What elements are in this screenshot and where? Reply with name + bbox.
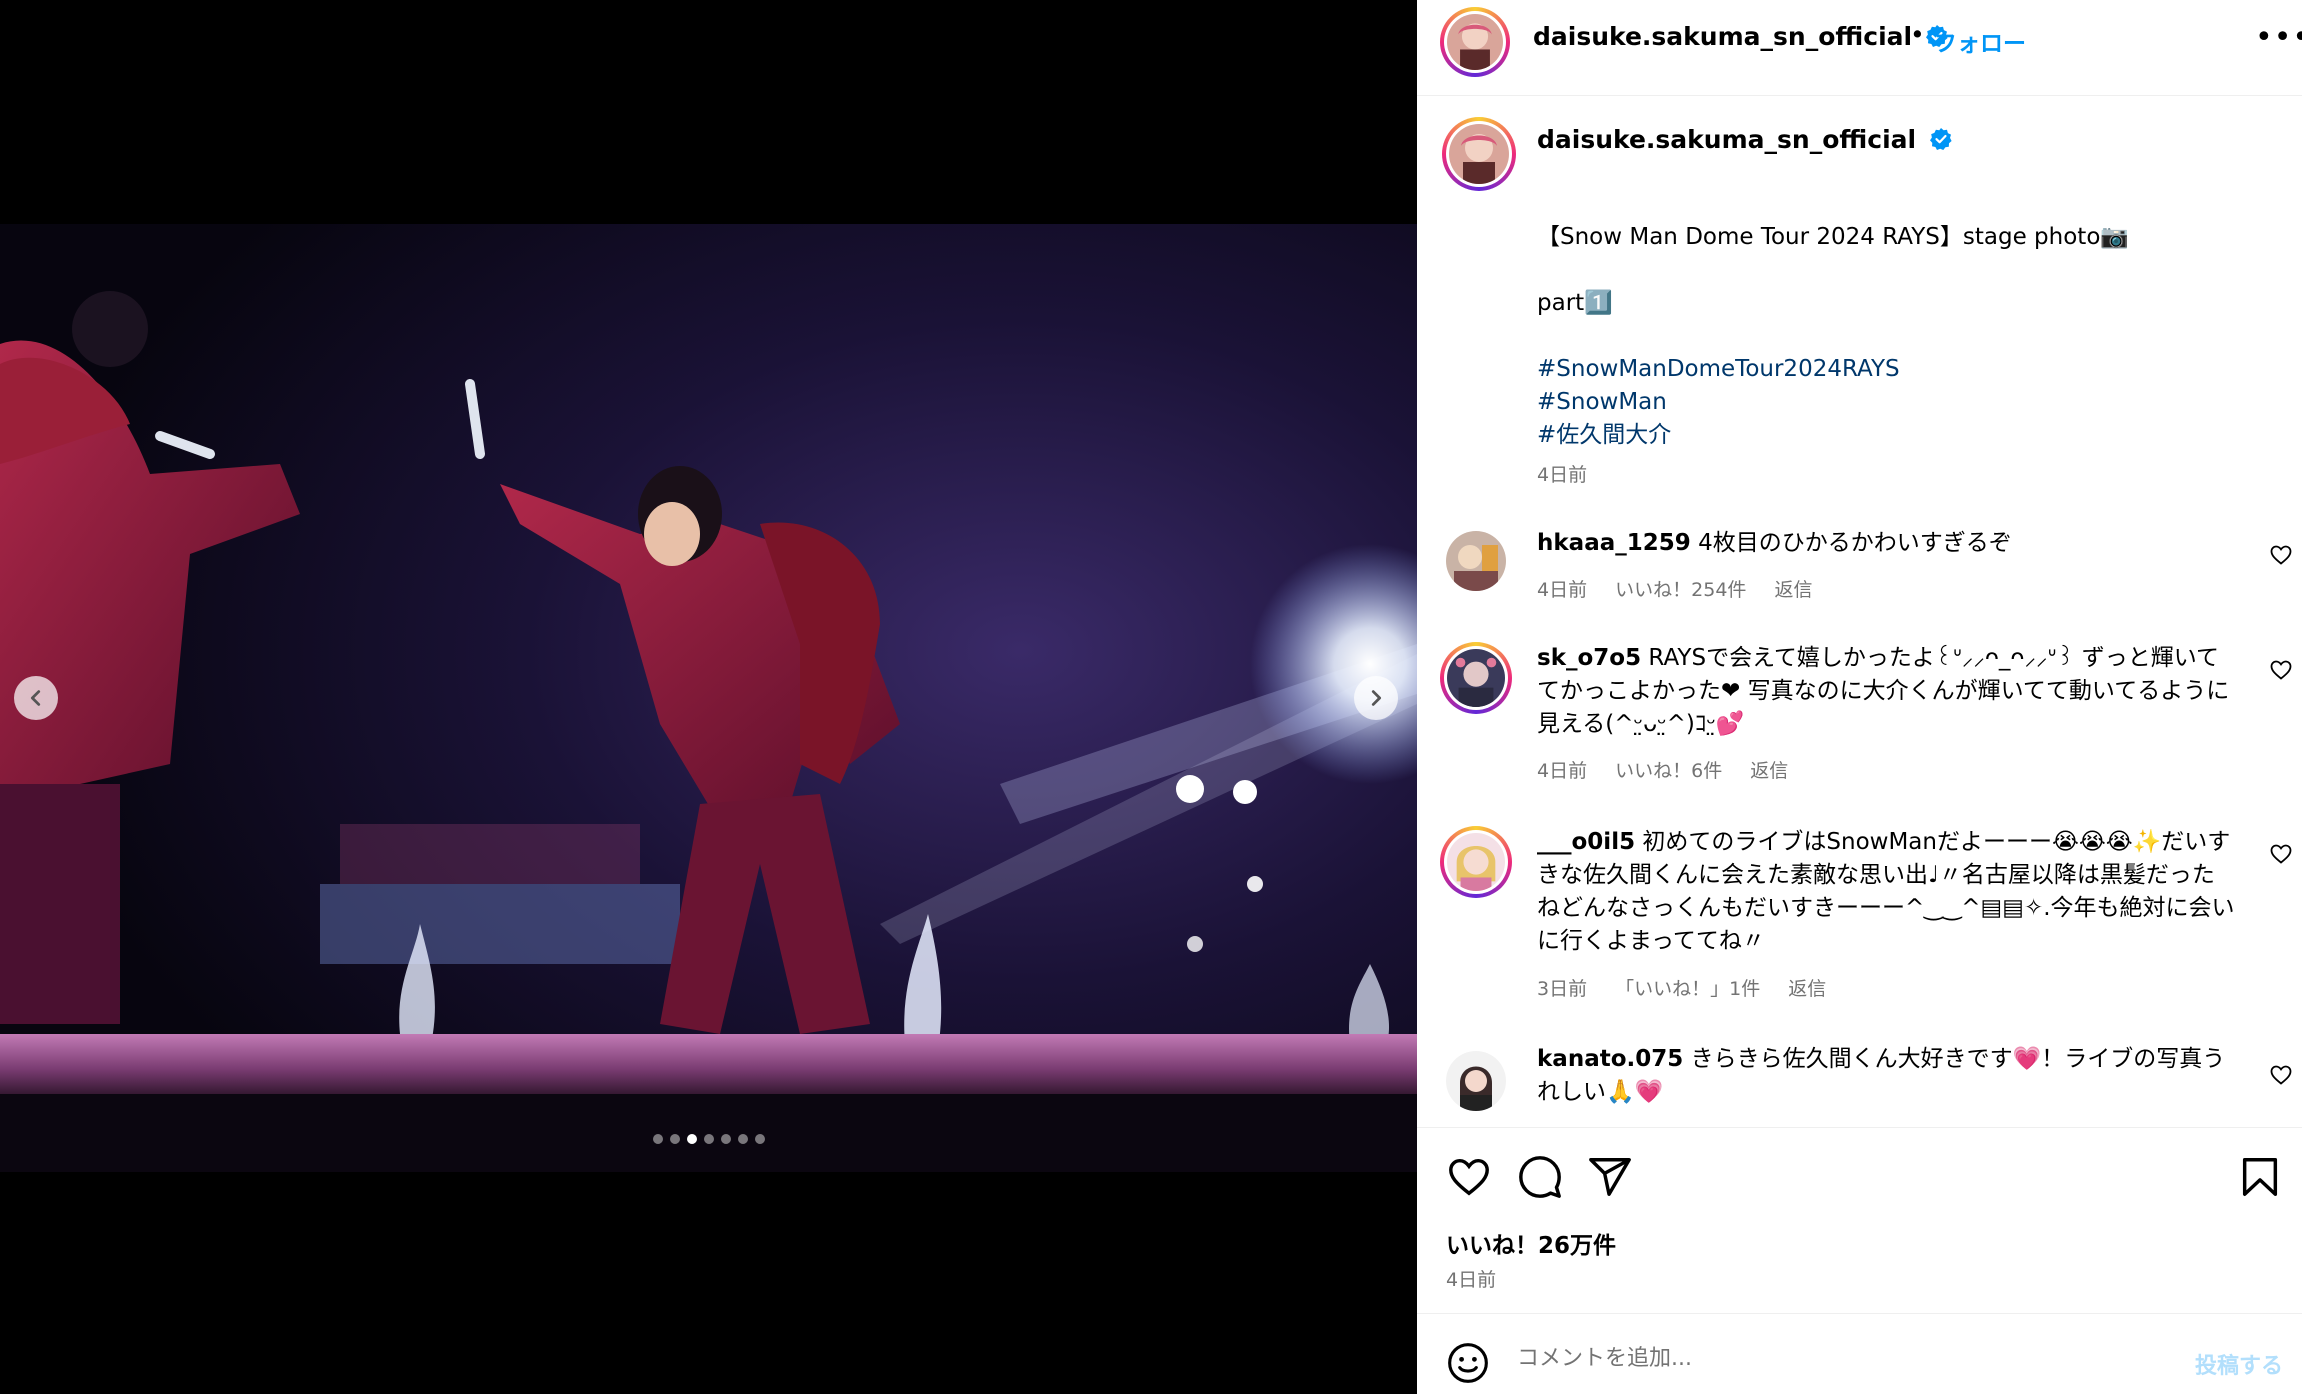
- commenter-avatar[interactable]: [1440, 826, 1512, 898]
- post-caption: daisuke.sakuma_sn_official 【Snow Man Dom…: [1417, 97, 2302, 497]
- caption-line-1: 【Snow Man Dome Tour 2024 RAYS】stage phot…: [1537, 224, 2130, 250]
- post-photo[interactable]: [0, 224, 1417, 1172]
- emoji-icon[interactable]: [1446, 1341, 1490, 1385]
- carousel-dot: [652, 1134, 663, 1144]
- comment-username[interactable]: sk_o7o5: [1537, 645, 1641, 671]
- like-count[interactable]: いいね！26万件: [1446, 1226, 1616, 1260]
- comment-body: ___o0il5 初めてのライブはSnowManだよーーー😭😭😭✨だいすきな佐久…: [1537, 826, 2237, 958]
- comment-time[interactable]: 4日前: [1537, 760, 1587, 782]
- comment-time[interactable]: 4日前: [1537, 579, 1587, 601]
- carousel-indicator: [0, 1134, 1417, 1144]
- comment-item: ___o0il5 初めてのライブはSnowManだよーーー😭😭😭✨だいすきな佐久…: [1417, 826, 2302, 1026]
- comment-text: 初めてのライブはSnowManだよーーー😭😭😭✨だいすきな佐久間くんに会えた素敵…: [1537, 829, 2235, 954]
- comment-body: hkaaa_1259 4枚目のひかるかわいすぎるぞ: [1537, 527, 2237, 560]
- comment-time[interactable]: 3日前: [1537, 978, 1587, 1000]
- comment-meta: 4日前 いいね！6件 返信: [1537, 756, 1810, 783]
- heart-icon[interactable]: [2269, 543, 2293, 567]
- comment-item: sk_o7o5 RAYSで会えて嬉しかったよ꒰ᐡ⸝⸝ᴖ_ᴖ⸝⸝ᐡ꒱ ずっと輝いて…: [1417, 642, 2302, 822]
- comment-username[interactable]: kanato.075: [1537, 1046, 1683, 1072]
- comment-icon[interactable]: [1517, 1154, 1563, 1200]
- caption-line-2: part1️⃣: [1537, 290, 1613, 316]
- commenter-avatar[interactable]: [1446, 531, 1506, 591]
- heart-icon[interactable]: [2269, 658, 2293, 682]
- hashtag-link[interactable]: #SnowManDomeTour2024RAYS: [1537, 353, 2257, 386]
- caption-username-text[interactable]: daisuke.sakuma_sn_official: [1537, 125, 1916, 154]
- reply-button[interactable]: 返信: [1774, 579, 1812, 601]
- caption-timestamp[interactable]: 4日前: [1537, 460, 1587, 487]
- carousel-next-button[interactable]: [1354, 676, 1398, 720]
- comment-text: 4枚目のひかるかわいすぎるぞ: [1698, 530, 2012, 556]
- header-separator: •: [1910, 20, 1925, 49]
- caption-username[interactable]: daisuke.sakuma_sn_official: [1537, 125, 1953, 154]
- hashtag-link[interactable]: #佐久間大介: [1537, 419, 2257, 452]
- commenter-avatar-image: [1447, 833, 1505, 891]
- comment-meta: 3日前 「いいね！」1件 返信: [1537, 974, 1848, 1001]
- commenter-avatar[interactable]: [1440, 642, 1512, 714]
- comment-item: kanato.075 きらきら佐久間くん大好きです💗！ライブの写真うれしい🙏💗: [1417, 1046, 2302, 1127]
- more-options-button[interactable]: •••: [2255, 20, 2302, 55]
- author-username[interactable]: daisuke.sakuma_sn_official: [1533, 22, 1949, 51]
- carousel-dot: [720, 1134, 731, 1144]
- comment-likes[interactable]: 「いいね！」1件: [1615, 978, 1760, 1000]
- post-comment-button[interactable]: 投稿する: [2195, 1348, 2283, 1380]
- chevron-left-icon: [30, 690, 41, 706]
- hashtag-link[interactable]: #SnowMan: [1537, 386, 2257, 419]
- carousel-dot: [669, 1134, 680, 1144]
- reply-button[interactable]: 返信: [1750, 760, 1788, 782]
- author-avatar[interactable]: [1440, 7, 1510, 77]
- caption-text: 【Snow Man Dome Tour 2024 RAYS】stage phot…: [1537, 221, 2257, 452]
- comment-body: sk_o7o5 RAYSで会えて嬉しかったよ꒰ᐡ⸝⸝ᴖ_ᴖ⸝⸝ᐡ꒱ ずっと輝いて…: [1537, 642, 2237, 741]
- commenter-avatar-image: [1447, 649, 1505, 707]
- chevron-right-icon: [1371, 690, 1382, 706]
- reply-button[interactable]: 返信: [1788, 978, 1826, 1000]
- comment-username[interactable]: hkaaa_1259: [1537, 530, 1691, 556]
- carousel-dot: [703, 1134, 714, 1144]
- author-username-text[interactable]: daisuke.sakuma_sn_official: [1533, 22, 1912, 51]
- comment-meta: 4日前 いいね！254件 返信: [1537, 575, 1834, 602]
- post-header: daisuke.sakuma_sn_official • フォロー •••: [1417, 0, 2302, 96]
- post-date: 4日前: [1446, 1269, 1497, 1291]
- comment-likes[interactable]: いいね！6件: [1615, 760, 1722, 782]
- heart-icon[interactable]: [2269, 842, 2293, 866]
- post-actions: いいね！26万件 4日前: [1417, 1127, 2302, 1313]
- post-media-area: [0, 0, 1417, 1394]
- comment-item: hkaaa_1259 4枚目のひかるかわいすぎるぞ 4日前 いいね！254件 返…: [1417, 527, 2302, 627]
- carousel-dot: [754, 1134, 765, 1144]
- follow-button[interactable]: フォロー: [1934, 24, 2026, 58]
- comment-likes[interactable]: いいね！254件: [1615, 579, 1746, 601]
- comment-username[interactable]: ___o0il5: [1537, 829, 1635, 855]
- comments-section[interactable]: daisuke.sakuma_sn_official 【Snow Man Dom…: [1417, 97, 2302, 1127]
- caption-author-avatar-image: [1449, 124, 1509, 184]
- commenter-avatar-image: [1446, 1051, 1506, 1111]
- comment-text: RAYSで会えて嬉しかったよ꒰ᐡ⸝⸝ᴖ_ᴖ⸝⸝ᐡ꒱ ずっと輝いててかっこよかった…: [1537, 645, 2230, 737]
- caption-author-avatar[interactable]: [1442, 117, 1516, 191]
- commenter-avatar-image: [1446, 531, 1506, 591]
- commenter-avatar[interactable]: [1446, 1051, 1506, 1111]
- verified-badge-icon: [1930, 128, 1952, 150]
- stage-photo-image: [0, 224, 1417, 1172]
- heart-icon[interactable]: [1446, 1154, 1492, 1200]
- post-details-panel: daisuke.sakuma_sn_official • フォロー •••: [1417, 0, 2302, 1394]
- comment-composer: 投稿する: [1417, 1313, 2302, 1394]
- heart-icon[interactable]: [2269, 1063, 2293, 1087]
- carousel-prev-button[interactable]: [14, 676, 58, 720]
- comment-body: kanato.075 きらきら佐久間くん大好きです💗！ライブの写真うれしい🙏💗: [1537, 1043, 2237, 1109]
- carousel-dot: [686, 1134, 697, 1144]
- share-icon[interactable]: [1587, 1154, 1633, 1200]
- author-avatar-image: [1447, 14, 1503, 70]
- comment-input[interactable]: [1517, 1338, 2137, 1378]
- bookmark-icon[interactable]: [2237, 1154, 2283, 1200]
- carousel-dot: [737, 1134, 748, 1144]
